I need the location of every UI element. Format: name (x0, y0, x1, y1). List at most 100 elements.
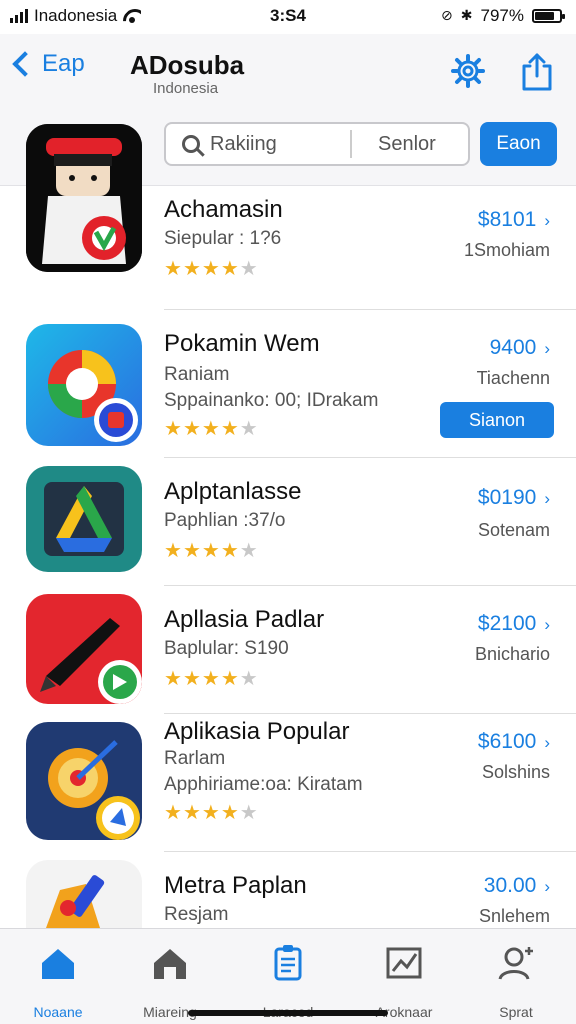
home-indicator (188, 1010, 388, 1016)
star-rating: ★★★★★ (164, 800, 259, 824)
app-name: Aplikasia Popular (164, 718, 350, 745)
app-status: Sotenam (477, 520, 550, 540)
chevron-right-icon: › (544, 877, 550, 896)
list-item[interactable]: Aplptanlasse Paphlian :37/o ★★★★★ $0190 ›… (0, 458, 576, 586)
share-icon[interactable] (520, 52, 554, 92)
search-icon (182, 135, 200, 153)
orientation-lock-icon: ⊘ (441, 8, 453, 24)
home-icon (42, 949, 74, 979)
tab-label: Noaane (33, 1004, 83, 1020)
star-filled-icon: ★ (201, 666, 221, 690)
star-filled-icon: ★ (182, 538, 202, 562)
nav-header: Eap ADosuba Indonesia (0, 34, 576, 104)
app-status: Bnichario (474, 644, 550, 664)
star-filled-icon: ★ (182, 666, 202, 690)
app-meta: Baplular: S190 (164, 638, 289, 659)
tab-second[interactable]: Miareing (120, 943, 220, 1020)
app-price[interactable]: 30.00 › (484, 874, 550, 898)
page-title: ADosuba (130, 50, 245, 80)
price-label: $8101 (477, 208, 537, 231)
chevron-left-icon (12, 51, 38, 77)
status-right: ⊘ ✱ 797% (441, 6, 565, 26)
tab-fourth[interactable]: Aroknaar (354, 943, 454, 1020)
star-filled-icon: ★ (201, 416, 221, 440)
app-name: Metra Paplan (164, 872, 307, 899)
app-meta: Siepular : 1?6 (164, 228, 282, 249)
chevron-right-icon: › (544, 211, 550, 230)
star-filled-icon: ★ (164, 416, 183, 440)
app-price[interactable]: $6100 › (478, 730, 550, 754)
tab-fifth[interactable]: Sprat (466, 943, 566, 1020)
battery-fill (535, 12, 555, 20)
compass-app-icon (26, 722, 142, 840)
app-meta: Paphlian :37/o (164, 510, 286, 531)
back-button[interactable]: Eap (10, 50, 85, 78)
compass-app-artwork (26, 722, 142, 840)
star-empty-icon: ★ (239, 256, 259, 280)
list-item[interactable]: Metra Paplan Resjam 30.00 › Snlehem (0, 852, 576, 928)
star-empty-icon: ★ (239, 416, 259, 440)
star-filled-icon: ★ (164, 800, 183, 824)
app-status: Solshins (481, 762, 550, 782)
search-input[interactable]: Rakiing Senlor (164, 122, 470, 166)
browser-app-icon (26, 324, 142, 446)
price-label: 9400 (489, 336, 537, 359)
app-status: 1Smohiam (463, 240, 550, 260)
app-meta-secondary: Apphiriame:oa: Kiratam (164, 774, 363, 795)
app-meta: Rarlam (164, 748, 226, 769)
star-filled-icon: ★ (220, 538, 240, 562)
star-filled-icon: ★ (201, 256, 221, 280)
star-empty-icon: ★ (239, 666, 259, 690)
app-price[interactable]: $0190 › (478, 486, 550, 510)
app-price[interactable]: 9400 › (490, 336, 550, 360)
list-item[interactable]: Pokamin Wem Raniam Sppainanko: 00; IDrak… (0, 310, 576, 458)
tab-third[interactable]: Laracod (238, 943, 338, 1020)
price-label: $0190 (477, 486, 537, 509)
search-button[interactable]: Eaon (480, 122, 557, 166)
list-item[interactable]: Apllasia Padlar Baplular: S190 ★★★★★ $21… (0, 586, 576, 714)
star-filled-icon: ★ (220, 416, 240, 440)
cartoon-app-artwork (26, 860, 142, 928)
app-meta: Resjam (164, 904, 229, 925)
app-action-button[interactable]: Sianon (440, 402, 554, 438)
pen-app-icon (26, 594, 142, 704)
star-rating: ★★★★★ (164, 256, 259, 280)
star-filled-icon: ★ (182, 800, 202, 824)
drive-app-artwork (26, 466, 142, 572)
browser-app-artwork (26, 324, 142, 446)
profile-icon (498, 947, 533, 980)
battery-icon (532, 9, 565, 23)
app-price[interactable]: $2100 › (478, 612, 550, 636)
app-name: Achamasin (164, 196, 283, 223)
chevron-right-icon: › (544, 615, 550, 634)
star-filled-icon: ★ (182, 416, 202, 440)
app-status: Snlehem (478, 906, 550, 926)
back-label: Eap (42, 50, 85, 77)
battery-percent: 797% (480, 6, 524, 25)
app-meta: Raniam (164, 364, 230, 385)
star-rating: ★★★★★ (164, 538, 259, 562)
star-empty-icon: ★ (239, 800, 259, 824)
search-filter[interactable]: Senlor (378, 133, 436, 156)
star-rating: ★★★★★ (164, 416, 259, 440)
star-filled-icon: ★ (201, 538, 221, 562)
clipboard-icon (274, 945, 302, 981)
list-item[interactable]: Aplikasia Popular Rarlam Apphiriame:oa: … (0, 714, 576, 852)
search-placeholder: Rakiing (210, 132, 277, 155)
chevron-right-icon: › (544, 733, 550, 752)
app-name: Apllasia Padlar (164, 606, 325, 633)
price-label: $6100 (477, 730, 537, 753)
star-filled-icon: ★ (220, 666, 240, 690)
star-rating: ★★★★★ (164, 666, 259, 690)
gear-icon[interactable] (449, 54, 487, 88)
star-filled-icon: ★ (182, 256, 202, 280)
app-name: Pokamin Wem (164, 330, 320, 357)
house-icon (154, 949, 186, 979)
list-item[interactable]: Achamasin Siepular : 1?6 ★★★★★ $8101 › 1S… (0, 186, 576, 310)
app-status: Tiachenn (476, 368, 550, 388)
tab-home[interactable]: Noaane (8, 943, 108, 1020)
drive-app-icon (26, 466, 142, 572)
app-price[interactable]: $8101 › (478, 208, 550, 232)
page-subtitle: Indonesia (153, 80, 219, 97)
tab-label: Sprat (499, 1004, 533, 1020)
